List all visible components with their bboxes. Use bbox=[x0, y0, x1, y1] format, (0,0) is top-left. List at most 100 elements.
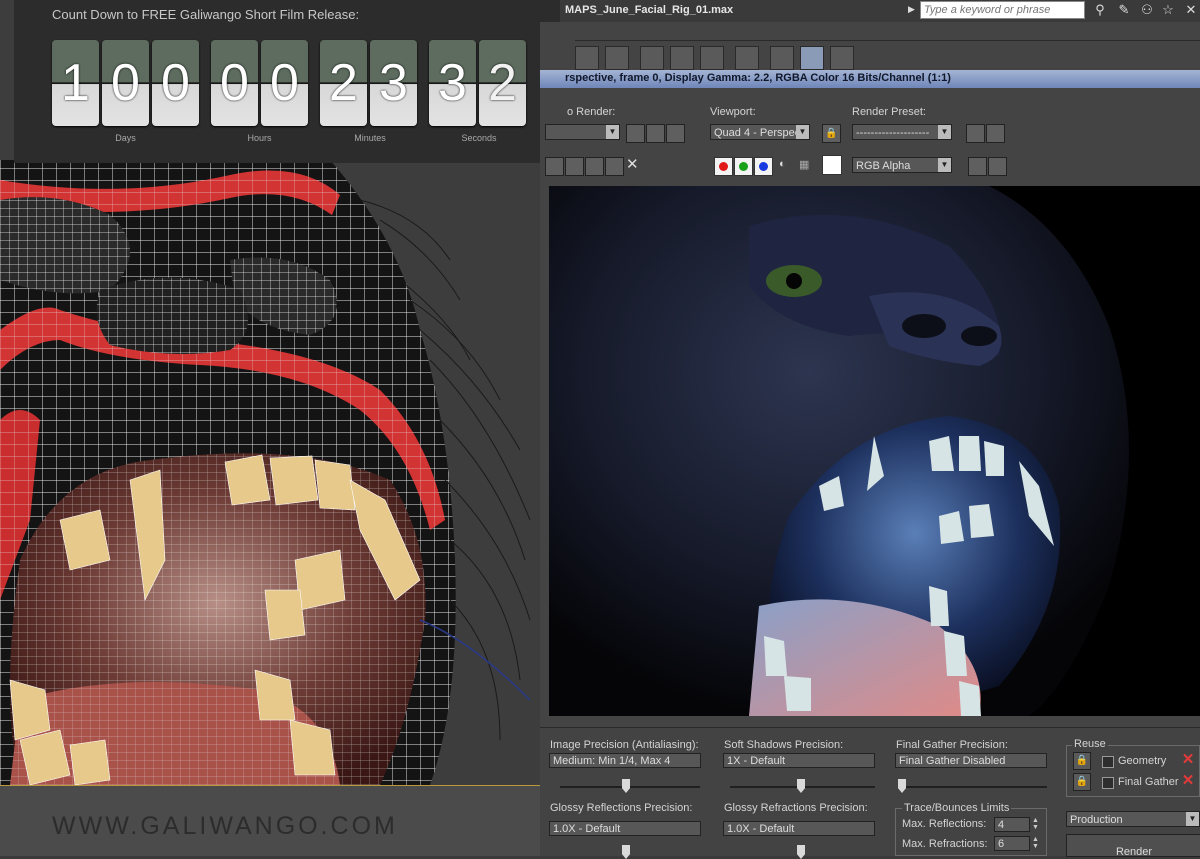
rendered-image[interactable] bbox=[549, 186, 1200, 716]
glossy-reflections-field[interactable]: 1.0X - Default bbox=[549, 821, 701, 836]
toolbar-button[interactable] bbox=[605, 46, 629, 70]
final-gather-precision-field[interactable]: Final Gather Disabled bbox=[895, 753, 1047, 768]
chevron-down-icon: ▼ bbox=[938, 158, 951, 172]
countdown-digit: 2 bbox=[479, 40, 526, 126]
toolbar-button[interactable] bbox=[575, 46, 599, 70]
render-preset-label: Render Preset: bbox=[852, 106, 926, 118]
site-watermark: WWW.GALIWANGO.COM bbox=[52, 812, 398, 840]
save-image-button[interactable] bbox=[545, 157, 564, 176]
viewport-dropdown[interactable]: Quad 4 - Perspec ▼ bbox=[710, 124, 810, 140]
lock-region-button[interactable] bbox=[666, 124, 685, 143]
reuse-label: Reuse bbox=[1072, 738, 1108, 750]
render-button[interactable]: Render bbox=[1066, 834, 1200, 857]
environment-button[interactable] bbox=[986, 124, 1005, 143]
toggle-ui-overlay-button[interactable] bbox=[968, 157, 987, 176]
countdown-digit: 3 bbox=[370, 40, 417, 126]
clear-icon[interactable]: ✕ bbox=[626, 155, 639, 173]
final-gather-precision-label: Final Gather Precision: bbox=[896, 739, 1008, 751]
star-icon[interactable]: ☆ bbox=[1160, 2, 1176, 18]
frame-title: rspective, frame 0, Display Gamma: 2.2, … bbox=[565, 72, 951, 84]
countdown-digit: 0 bbox=[152, 40, 199, 126]
binoculars-icon[interactable]: ⚲ bbox=[1092, 2, 1108, 18]
image-precision-label: Image Precision (Antialiasing): bbox=[550, 739, 699, 751]
countdown-panel: Count Down to FREE Galiwango Short Film … bbox=[14, 0, 575, 163]
countdown-title: Count Down to FREE Galiwango Short Film … bbox=[52, 7, 360, 22]
render-preset-dropdown[interactable]: -------------------- ▼ bbox=[852, 124, 952, 140]
tools-icon[interactable]: ✎ bbox=[1116, 2, 1132, 18]
clone-frame-button[interactable] bbox=[585, 157, 604, 176]
channel-display-dropdown[interactable]: RGB Alpha ▼ bbox=[852, 157, 952, 173]
soft-shadows-label: Soft Shadows Precision: bbox=[724, 739, 844, 751]
copy-image-button[interactable] bbox=[565, 157, 584, 176]
clear-geometry-icon[interactable]: ✕ bbox=[1181, 752, 1195, 767]
minutes-label: Minutes bbox=[354, 133, 386, 143]
chevron-down-icon: ▼ bbox=[938, 125, 951, 139]
render-setup-button[interactable] bbox=[770, 46, 794, 70]
glossy-reflections-slider-thumb[interactable] bbox=[622, 845, 630, 859]
toolbar-button[interactable] bbox=[640, 46, 664, 70]
max-refractions-spinner[interactable]: ▲ ▼ bbox=[1032, 836, 1039, 850]
red-channel-toggle[interactable] bbox=[714, 157, 733, 176]
max-reflections-label: Max. Reflections: bbox=[902, 818, 987, 830]
chevron-down-icon: ▼ bbox=[796, 125, 809, 139]
lock-icon[interactable]: 🔒 bbox=[822, 124, 841, 143]
green-channel-toggle[interactable] bbox=[734, 157, 753, 176]
arrow-right-icon[interactable]: ▶ bbox=[908, 4, 915, 15]
countdown-digit: 0 bbox=[261, 40, 308, 126]
monochrome-toggle-icon[interactable]: ▦ bbox=[799, 158, 809, 171]
blue-channel-toggle[interactable] bbox=[754, 157, 773, 176]
close-icon[interactable]: ✕ bbox=[1183, 2, 1199, 18]
glossy-reflections-label: Glossy Reflections Precision: bbox=[550, 802, 693, 814]
material-editor-button[interactable] bbox=[735, 46, 759, 70]
alpha-toggle-icon[interactable]: ◐ bbox=[779, 158, 786, 170]
toggle-ui-button[interactable] bbox=[988, 157, 1007, 176]
glossy-refractions-label: Glossy Refractions Precision: bbox=[724, 802, 868, 814]
image-precision-field[interactable]: Medium: Min 1/4, Max 4 bbox=[549, 753, 701, 768]
render-setup-small-button[interactable] bbox=[966, 124, 985, 143]
countdown-digit: 0 bbox=[102, 40, 149, 126]
max-refractions-input[interactable]: 6 bbox=[994, 836, 1030, 851]
area-to-render-dropdown[interactable]: ▼ bbox=[545, 124, 620, 140]
lock-icon[interactable]: 🔒 bbox=[1073, 752, 1091, 770]
soft-shadows-field[interactable]: 1X - Default bbox=[723, 753, 875, 768]
curve-editor-button[interactable] bbox=[670, 46, 694, 70]
countdown-digit: 1 bbox=[52, 40, 99, 126]
auto-region-button[interactable] bbox=[646, 124, 665, 143]
user-icon[interactable]: ⚇ bbox=[1139, 2, 1155, 18]
max-reflections-input[interactable]: 4 bbox=[994, 817, 1030, 832]
print-image-button[interactable] bbox=[605, 157, 624, 176]
glossy-refractions-slider-thumb[interactable] bbox=[797, 845, 805, 859]
countdown-digit: 2 bbox=[320, 40, 367, 126]
max-reflections-spinner[interactable]: ▲ ▼ bbox=[1032, 817, 1039, 831]
area-to-render-label: o Render: bbox=[567, 106, 616, 118]
glossy-refractions-field[interactable]: 1.0X - Default bbox=[723, 821, 875, 836]
geometry-label: Geometry bbox=[1118, 755, 1167, 767]
rendered-gorilla-image bbox=[549, 186, 1200, 716]
color-swatch[interactable] bbox=[822, 155, 842, 175]
viewport-label: Viewport: bbox=[710, 106, 756, 118]
trace-bounces-label: Trace/Bounces Limits bbox=[902, 802, 1012, 814]
geometry-checkbox[interactable] bbox=[1102, 756, 1114, 768]
search-input[interactable] bbox=[920, 1, 1085, 19]
countdown-digit: 3 bbox=[429, 40, 476, 126]
toolbar-divider bbox=[575, 40, 1200, 41]
image-precision-slider[interactable] bbox=[560, 786, 700, 788]
toolbar-button[interactable] bbox=[700, 46, 724, 70]
days-label: Days bbox=[115, 133, 136, 143]
rendered-frame-button[interactable] bbox=[800, 46, 824, 70]
countdown-digit: 0 bbox=[211, 40, 258, 126]
production-dropdown[interactable]: Production ▼ bbox=[1066, 811, 1200, 827]
final-gather-reuse-label: Final Gather bbox=[1118, 776, 1179, 788]
final-gather-slider[interactable] bbox=[900, 786, 1047, 788]
chevron-down-icon: ▼ bbox=[606, 125, 619, 139]
max-refractions-label: Max. Refractions: bbox=[902, 838, 988, 850]
edit-region-button[interactable] bbox=[626, 124, 645, 143]
hours-label: Hours bbox=[247, 133, 272, 143]
render-button-icon[interactable] bbox=[830, 46, 854, 70]
file-title: MAPS_June_Facial_Rig_01.max bbox=[565, 4, 734, 16]
final-gather-checkbox[interactable] bbox=[1102, 777, 1114, 789]
chevron-down-icon: ▼ bbox=[1186, 812, 1199, 826]
clear-final-gather-icon[interactable]: ✕ bbox=[1181, 773, 1195, 788]
seconds-label: Seconds bbox=[461, 133, 497, 143]
lock-icon[interactable]: 🔒 bbox=[1073, 773, 1091, 791]
